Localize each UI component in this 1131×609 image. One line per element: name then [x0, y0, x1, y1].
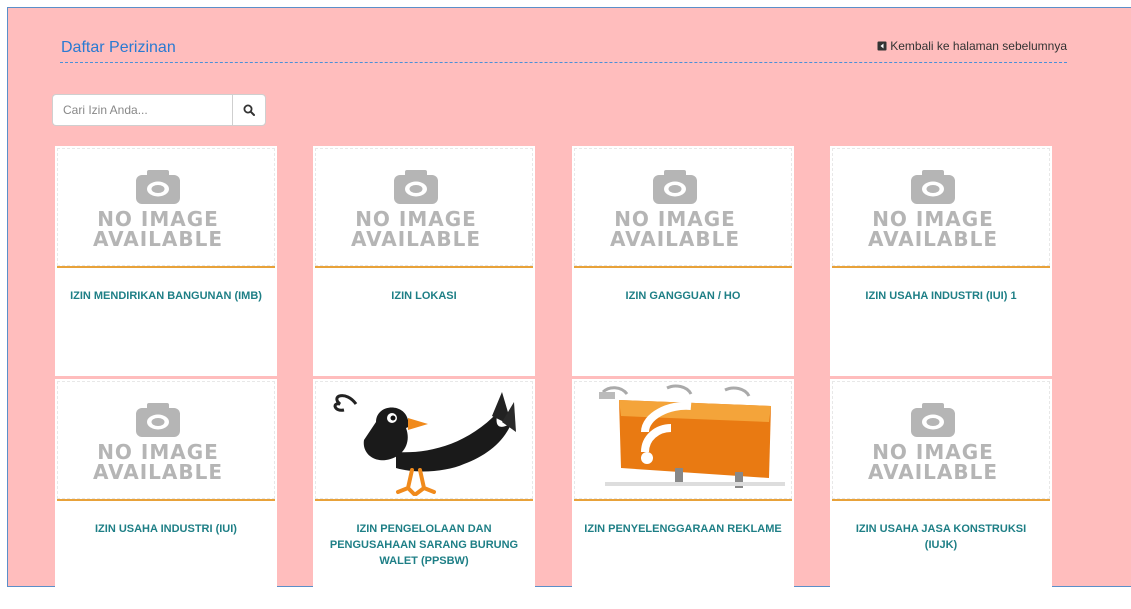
permit-card[interactable]: NO IMAGE AVAILABLE IZIN MENDIRIKAN BANGU…: [55, 146, 277, 376]
permit-card[interactable]: IZIN PENYELENGGARAAN REKLAME: [572, 379, 794, 609]
no-image-placeholder: NO IMAGE AVAILABLE: [93, 403, 223, 484]
no-image-placeholder: NO IMAGE AVAILABLE: [93, 170, 223, 251]
card-divider: [315, 499, 533, 501]
permit-card-title[interactable]: IZIN PENYELENGGARAAN REKLAME: [584, 521, 782, 537]
permit-card[interactable]: NO IMAGE AVAILABLE IZIN USAHA INDUSTRI (…: [55, 379, 277, 609]
no-image-placeholder: NO IMAGE AVAILABLE: [868, 403, 998, 484]
permit-card-image[interactable]: NO IMAGE AVAILABLE: [315, 148, 533, 266]
camera-icon: [136, 403, 180, 437]
no-image-line2: AVAILABLE: [868, 460, 998, 484]
permit-card[interactable]: IZIN PENGELOLAAN DAN PENGUSAHAAN SARANG …: [313, 379, 535, 609]
permit-card[interactable]: NO IMAGE AVAILABLE IZIN USAHA JASA KONST…: [830, 379, 1052, 609]
permit-card-image[interactable]: NO IMAGE AVAILABLE: [57, 381, 275, 499]
billboard-image: [599, 384, 785, 488]
no-image-line2: AVAILABLE: [610, 227, 740, 251]
camera-icon: [911, 403, 955, 437]
permit-card-image[interactable]: NO IMAGE AVAILABLE: [832, 148, 1050, 266]
back-link-label: Kembali ke halaman sebelumnya: [890, 39, 1067, 53]
no-image-placeholder: NO IMAGE AVAILABLE: [610, 170, 740, 251]
search-form: [52, 94, 266, 126]
no-image-line2: AVAILABLE: [351, 227, 481, 251]
no-image-line2: AVAILABLE: [93, 227, 223, 251]
rss-billboard-icon: [599, 384, 785, 488]
search-button[interactable]: [232, 94, 266, 126]
no-image-placeholder: NO IMAGE AVAILABLE: [868, 170, 998, 251]
card-divider: [832, 266, 1050, 268]
bird-image: [333, 392, 516, 496]
permit-card-title[interactable]: IZIN GANGGUAN / HO: [584, 288, 782, 304]
search-icon: [243, 104, 255, 116]
camera-icon: [911, 170, 955, 204]
back-arrow-icon: [877, 41, 887, 51]
no-image-line2: AVAILABLE: [868, 227, 998, 251]
permit-card-title[interactable]: IZIN PENGELOLAAN DAN PENGUSAHAAN SARANG …: [325, 521, 523, 569]
page-header: Daftar Perizinan Kembali ke halaman sebe…: [60, 36, 1067, 63]
permit-card-title[interactable]: IZIN USAHA INDUSTRI (IUI) 1: [842, 288, 1040, 304]
camera-icon: [136, 170, 180, 204]
bird-icon: [333, 392, 516, 496]
search-input[interactable]: [52, 94, 232, 126]
permit-card[interactable]: NO IMAGE AVAILABLE IZIN LOKASI: [313, 146, 535, 376]
card-divider: [57, 266, 275, 268]
permit-card-image[interactable]: [574, 381, 792, 499]
no-image-line2: AVAILABLE: [93, 460, 223, 484]
permit-card[interactable]: NO IMAGE AVAILABLE IZIN GANGGUAN / HO: [572, 146, 794, 376]
permit-card-title[interactable]: IZIN USAHA JASA KONSTRUKSI (IUJK): [842, 521, 1040, 553]
permit-card-image[interactable]: NO IMAGE AVAILABLE: [57, 148, 275, 266]
card-divider: [832, 499, 1050, 501]
camera-icon: [394, 170, 438, 204]
card-divider: [57, 499, 275, 501]
permit-card-image[interactable]: [315, 381, 533, 499]
camera-icon: [653, 170, 697, 204]
permit-card-image[interactable]: NO IMAGE AVAILABLE: [832, 381, 1050, 499]
card-divider: [574, 266, 792, 268]
back-link[interactable]: Kembali ke halaman sebelumnya: [877, 39, 1067, 53]
permit-card-image[interactable]: NO IMAGE AVAILABLE: [574, 148, 792, 266]
permit-card[interactable]: NO IMAGE AVAILABLE IZIN USAHA INDUSTRI (…: [830, 146, 1052, 376]
permit-card-title[interactable]: IZIN LOKASI: [325, 288, 523, 304]
permit-card-title[interactable]: IZIN USAHA INDUSTRI (IUI): [67, 521, 265, 537]
card-divider: [315, 266, 533, 268]
page-title: Daftar Perizinan: [61, 39, 176, 56]
card-divider: [574, 499, 792, 501]
no-image-placeholder: NO IMAGE AVAILABLE: [351, 170, 481, 251]
permit-card-title[interactable]: IZIN MENDIRIKAN BANGUNAN (IMB): [67, 288, 265, 304]
